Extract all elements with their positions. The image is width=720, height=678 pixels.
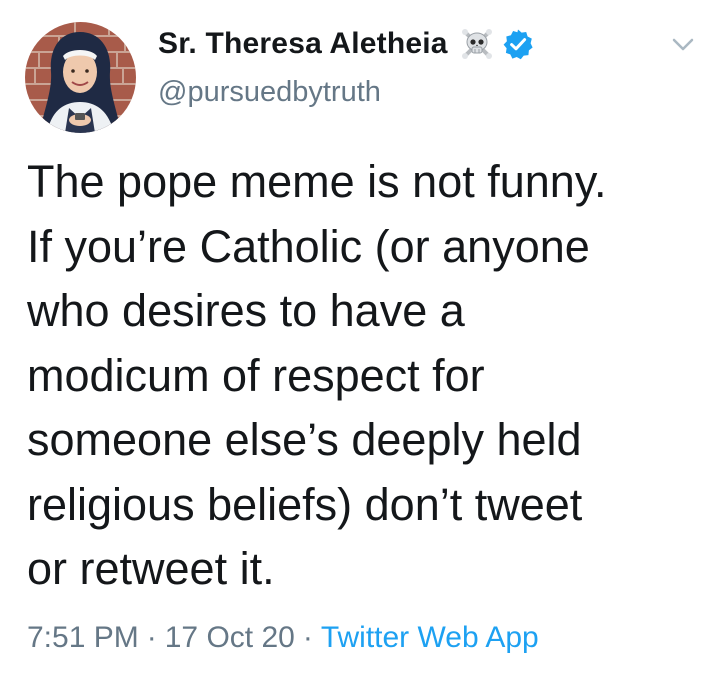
tweet-source-link[interactable]: Twitter Web App [321,621,539,654]
tweet-text: The pope meme is not funny. If you’re Ca… [27,156,607,594]
separator: · [146,621,157,654]
separator: · [302,621,313,654]
skull-crossbones-icon [460,27,494,61]
author-row: Sr. Theresa Aletheia [158,22,534,66]
verified-badge-icon [502,28,534,60]
tweet-time[interactable]: 7:51 PM [27,621,139,654]
tweet-meta: 7:51 PM · 17 Oct 20 · Twitter Web App [27,616,539,660]
avatar[interactable] [25,22,136,133]
display-name[interactable]: Sr. Theresa Aletheia [158,27,448,61]
tweet-card: Sr. Theresa Aletheia @pursuedbytruth The… [0,0,720,678]
chevron-down-icon[interactable] [668,30,698,60]
user-handle[interactable]: @pursuedbytruth [158,76,381,109]
tweet-date[interactable]: 17 Oct 20 [165,621,295,654]
